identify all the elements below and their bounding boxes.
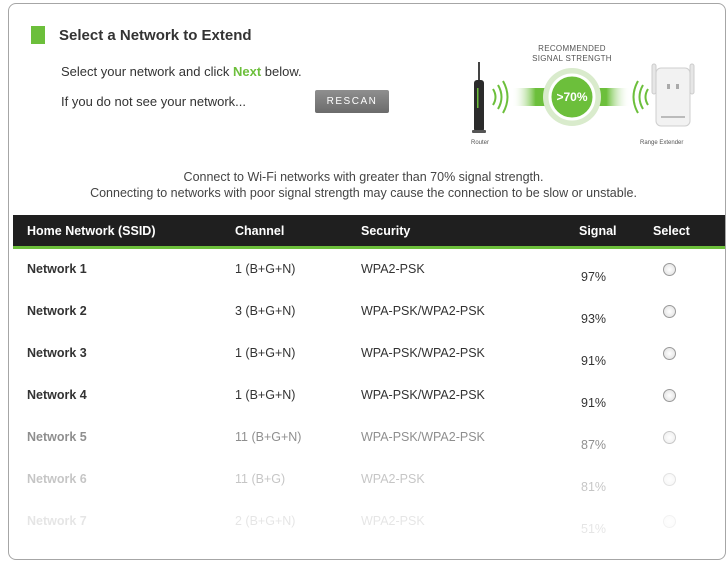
table-row[interactable]: Network 4 1 (B+G+N) WPA-PSK/WPA2-PSK 91% — [13, 375, 725, 417]
channel-cell: 2 (B+G+N) — [235, 514, 296, 528]
instruction-suffix: below. — [261, 64, 302, 79]
channel-cell: 11 (B+G) — [235, 472, 286, 486]
ssid-cell: Network 4 — [27, 388, 87, 402]
select-radio[interactable] — [663, 473, 676, 486]
channel-cell: 1 (B+G+N) — [235, 346, 296, 360]
table-row[interactable]: Network 2 3 (B+G+N) WPA-PSK/WPA2-PSK 93% — [13, 291, 725, 333]
signal-value: 87% — [581, 438, 607, 452]
signal-value: 91% — [581, 354, 607, 368]
signal-value: 97% — [581, 270, 607, 284]
header-signal: Signal — [579, 224, 617, 238]
channel-cell: 3 (B+G+N) — [235, 304, 296, 318]
signal-illustration: RECOMMENDED SIGNAL STRENGTH >70% Router … — [456, 40, 704, 152]
select-radio[interactable] — [663, 431, 676, 444]
router-icon — [472, 62, 486, 133]
security-cell: WPA-PSK/WPA2-PSK — [361, 304, 485, 318]
rescan-button[interactable]: RESCAN — [315, 90, 389, 113]
ssid-cell: Network 7 — [27, 514, 87, 528]
header-select: Select — [653, 224, 690, 238]
ssid-cell: Network 2 — [27, 304, 87, 318]
channel-cell: 1 (B+G+N) — [235, 262, 296, 276]
header-ssid: Home Network (SSID) — [27, 224, 156, 238]
channel-cell: 1 (B+G+N) — [235, 388, 296, 402]
ssid-cell: Network 1 — [27, 262, 87, 276]
select-radio[interactable] — [663, 263, 676, 276]
table-row[interactable]: Network 1 1 (B+G+N) WPA2-PSK 97% — [13, 249, 725, 291]
heading-marker — [31, 26, 45, 44]
header-security: Security — [361, 224, 411, 238]
router-label: Router — [471, 140, 490, 146]
signal-value: 91% — [581, 396, 607, 410]
select-radio[interactable] — [663, 515, 676, 528]
instruction-prefix: Select your network and click — [61, 64, 233, 79]
table-row[interactable]: Network 7 2 (B+G+N) WPA2-PSK 51% — [13, 501, 725, 543]
table-header: Home Network (SSID) Channel Security Sig… — [13, 215, 725, 249]
security-cell: WPA-PSK/WPA2-PSK — [361, 430, 485, 444]
select-radio[interactable] — [663, 347, 676, 360]
header-channel: Channel — [235, 224, 285, 238]
range-extender-icon — [651, 63, 695, 127]
signal-value: 51% — [581, 522, 607, 536]
page-title: Select a Network to Extend — [59, 26, 252, 44]
select-radio[interactable] — [663, 305, 676, 318]
extender-label: Range Extender — [640, 140, 684, 146]
channel-cell: 11 (B+G+N) — [235, 430, 302, 444]
left-wave-icon — [492, 80, 509, 114]
select-radio[interactable] — [663, 389, 676, 402]
security-cell: WPA-PSK/WPA2-PSK — [361, 346, 485, 360]
network-table: Home Network (SSID) Channel Security Sig… — [13, 215, 725, 543]
ssid-cell: Network 3 — [27, 346, 87, 360]
signal-value: 93% — [581, 312, 607, 326]
next-highlight: Next — [232, 64, 262, 79]
instruction-text: Select your network and click Next below… — [61, 64, 302, 79]
ssid-cell: Network 6 — [27, 472, 87, 486]
ssid-cell: Network 5 — [27, 430, 87, 444]
table-row[interactable]: Network 3 1 (B+G+N) WPA-PSK/WPA2-PSK 91% — [13, 333, 725, 375]
signal-notice-line-2: Connecting to networks with poor signal … — [90, 186, 637, 200]
signal-value: 81% — [581, 480, 607, 494]
threshold-label: >70% — [556, 90, 588, 104]
signal-notice-line-1: Connect to Wi-Fi networks with greater t… — [183, 170, 544, 184]
table-row[interactable]: Network 6 11 (B+G) WPA2-PSK 81% — [13, 459, 725, 501]
security-cell: WPA2-PSK — [361, 472, 425, 486]
security-cell: WPA2-PSK — [361, 514, 425, 528]
not-found-text: If you do not see your network... — [61, 94, 246, 109]
section-heading: Select a Network to Extend — [31, 26, 252, 44]
security-cell: WPA-PSK/WPA2-PSK — [361, 388, 485, 402]
table-row[interactable]: Network 5 11 (B+G+N) WPA-PSK/WPA2-PSK 87… — [13, 417, 725, 459]
right-wave-icon — [632, 80, 649, 114]
security-cell: WPA2-PSK — [361, 262, 425, 276]
